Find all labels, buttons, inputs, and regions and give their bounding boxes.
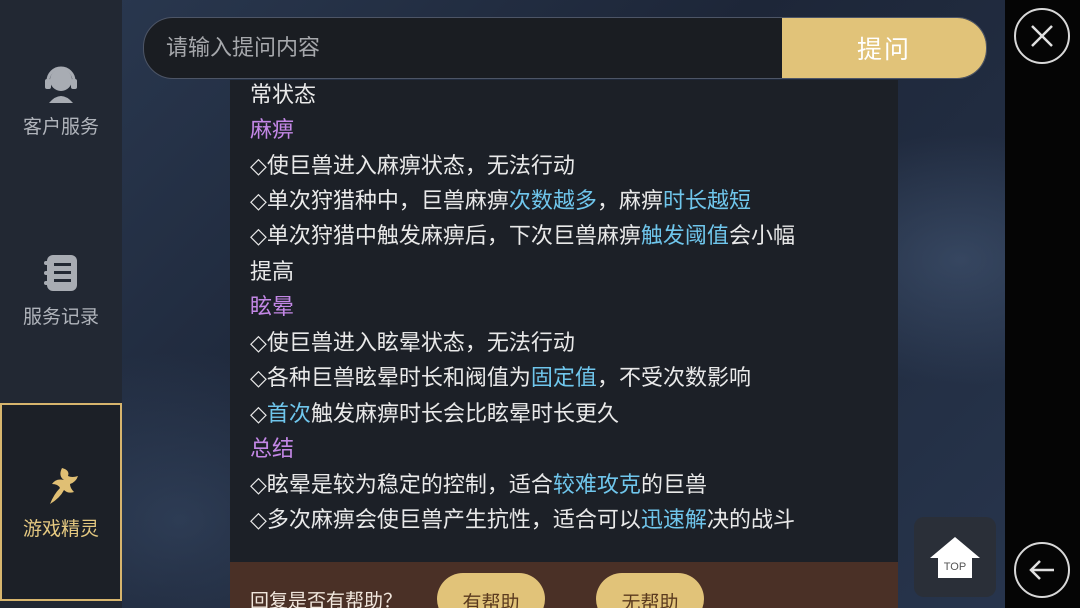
content-line: ◇各种巨兽眩晕时长和阀值为固定值，不受次数影响	[250, 364, 751, 394]
service-record-icon	[40, 252, 82, 294]
section-heading: 麻痹	[250, 116, 294, 146]
line-text: 眩晕	[250, 295, 295, 320]
back-button[interactable]	[1014, 542, 1070, 598]
scroll-top-button[interactable]: TOP	[914, 517, 996, 597]
content-line: ◇单次狩猎种中，巨兽麻痹次数越多，麻痹时长越短	[250, 187, 751, 217]
line-text: ◇	[250, 402, 267, 427]
content-line: ◇使巨兽进入眩晕状态，无法行动	[250, 329, 575, 359]
content-line: 提高	[250, 258, 294, 288]
highlight-text: 迅速解	[640, 508, 707, 533]
line-text: ，麻痹	[596, 189, 663, 214]
line-text: ◇使巨兽进入眩晕状态，无法行动	[250, 331, 575, 356]
content-line: ◇使巨兽进入麻痹状态，无法行动	[250, 152, 575, 182]
section-heading: 眩晕	[250, 293, 294, 323]
line-text: ，不受次数影响	[596, 366, 751, 391]
line-text: ◇各种巨兽眩晕时长和阀值为	[250, 366, 531, 391]
sidebar-item-game-sprite[interactable]: 游戏精灵	[0, 403, 122, 601]
sidebar-item-label: 客户服务	[22, 115, 99, 138]
content-line: ◇眩晕是较为稳定的控制，适合较难攻克的巨兽	[250, 471, 707, 501]
highlight-text: 较难攻克	[552, 473, 641, 498]
line-text: 提高	[250, 260, 295, 285]
line-text: ◇眩晕是较为稳定的控制，适合	[250, 473, 553, 498]
highlight-text: 固定值	[530, 366, 597, 391]
sidebar-item-service-record[interactable]: 服务记录	[0, 190, 122, 390]
top-label: TOP	[944, 561, 966, 573]
sidebar: 客户服务 服务记录 游戏精灵	[0, 0, 122, 608]
line-text: ◇单次狩猎种中，巨兽麻痹	[250, 189, 509, 214]
highlight-text: 次数越多	[508, 189, 597, 214]
feedback-bar: 回复是否有帮助？ 有帮助 无帮助	[230, 562, 898, 608]
ask-button[interactable]: 提问	[782, 18, 986, 78]
highlight-text: 触发阈值	[640, 224, 729, 249]
highlight-text: 时长越短	[662, 189, 751, 214]
line-text: 会小幅	[728, 224, 795, 249]
content-line: ◇首次触发麻痹时长会比眩晕时长更久	[250, 400, 619, 430]
feedback-question: 回复是否有帮助？	[250, 590, 403, 608]
search-input[interactable]	[144, 18, 782, 78]
close-icon	[1031, 25, 1053, 47]
line-text: ◇使巨兽进入麻痹状态，无法行动	[250, 154, 575, 179]
answer-content: 常状态麻痹 ◇使巨兽进入麻痹状态，无法行动 ◇单次狩猎种中，巨兽麻痹次数越多，麻痹时…	[230, 80, 898, 562]
section-heading: 总结	[250, 435, 294, 465]
line-text: 的巨兽	[640, 473, 707, 498]
home-top-icon: TOP	[930, 537, 980, 578]
game-sprite-icon	[40, 464, 82, 506]
line-text: 决的战斗	[706, 508, 795, 533]
content-line: ◇多次麻痹会使巨兽产生抗性，适合可以迅速解决的战斗	[250, 506, 795, 536]
line-text: 麻痹	[250, 118, 295, 143]
helpful-button[interactable]: 有帮助	[437, 573, 545, 608]
line-text: ◇单次狩猎中触发麻痹后，下次巨兽麻痹	[250, 224, 641, 249]
right-strip	[1005, 0, 1080, 608]
line-text: 常状态	[250, 83, 317, 108]
sidebar-item-label: 游戏精灵	[22, 517, 99, 540]
sidebar-item-label: 服务记录	[22, 305, 99, 328]
line-text: 总结	[250, 437, 295, 462]
line-text: ◇多次麻痹会使巨兽产生抗性，适合可以	[250, 508, 641, 533]
content-line: ◇单次狩猎中触发麻痹后，下次巨兽麻痹触发阈值会小幅	[250, 222, 795, 252]
close-button[interactable]	[1014, 8, 1070, 64]
line-text: 触发麻痹时长会比眩晕时长更久	[310, 402, 619, 427]
unhelpful-button[interactable]: 无帮助	[596, 573, 704, 608]
customer-service-icon	[40, 62, 82, 104]
sidebar-item-customer-service[interactable]: 客户服务	[0, 0, 122, 200]
highlight-text: 首次	[266, 402, 311, 427]
content-line: 常状态	[250, 81, 316, 111]
search-bar: 提问	[143, 17, 987, 79]
arrow-left-icon	[1029, 560, 1054, 580]
